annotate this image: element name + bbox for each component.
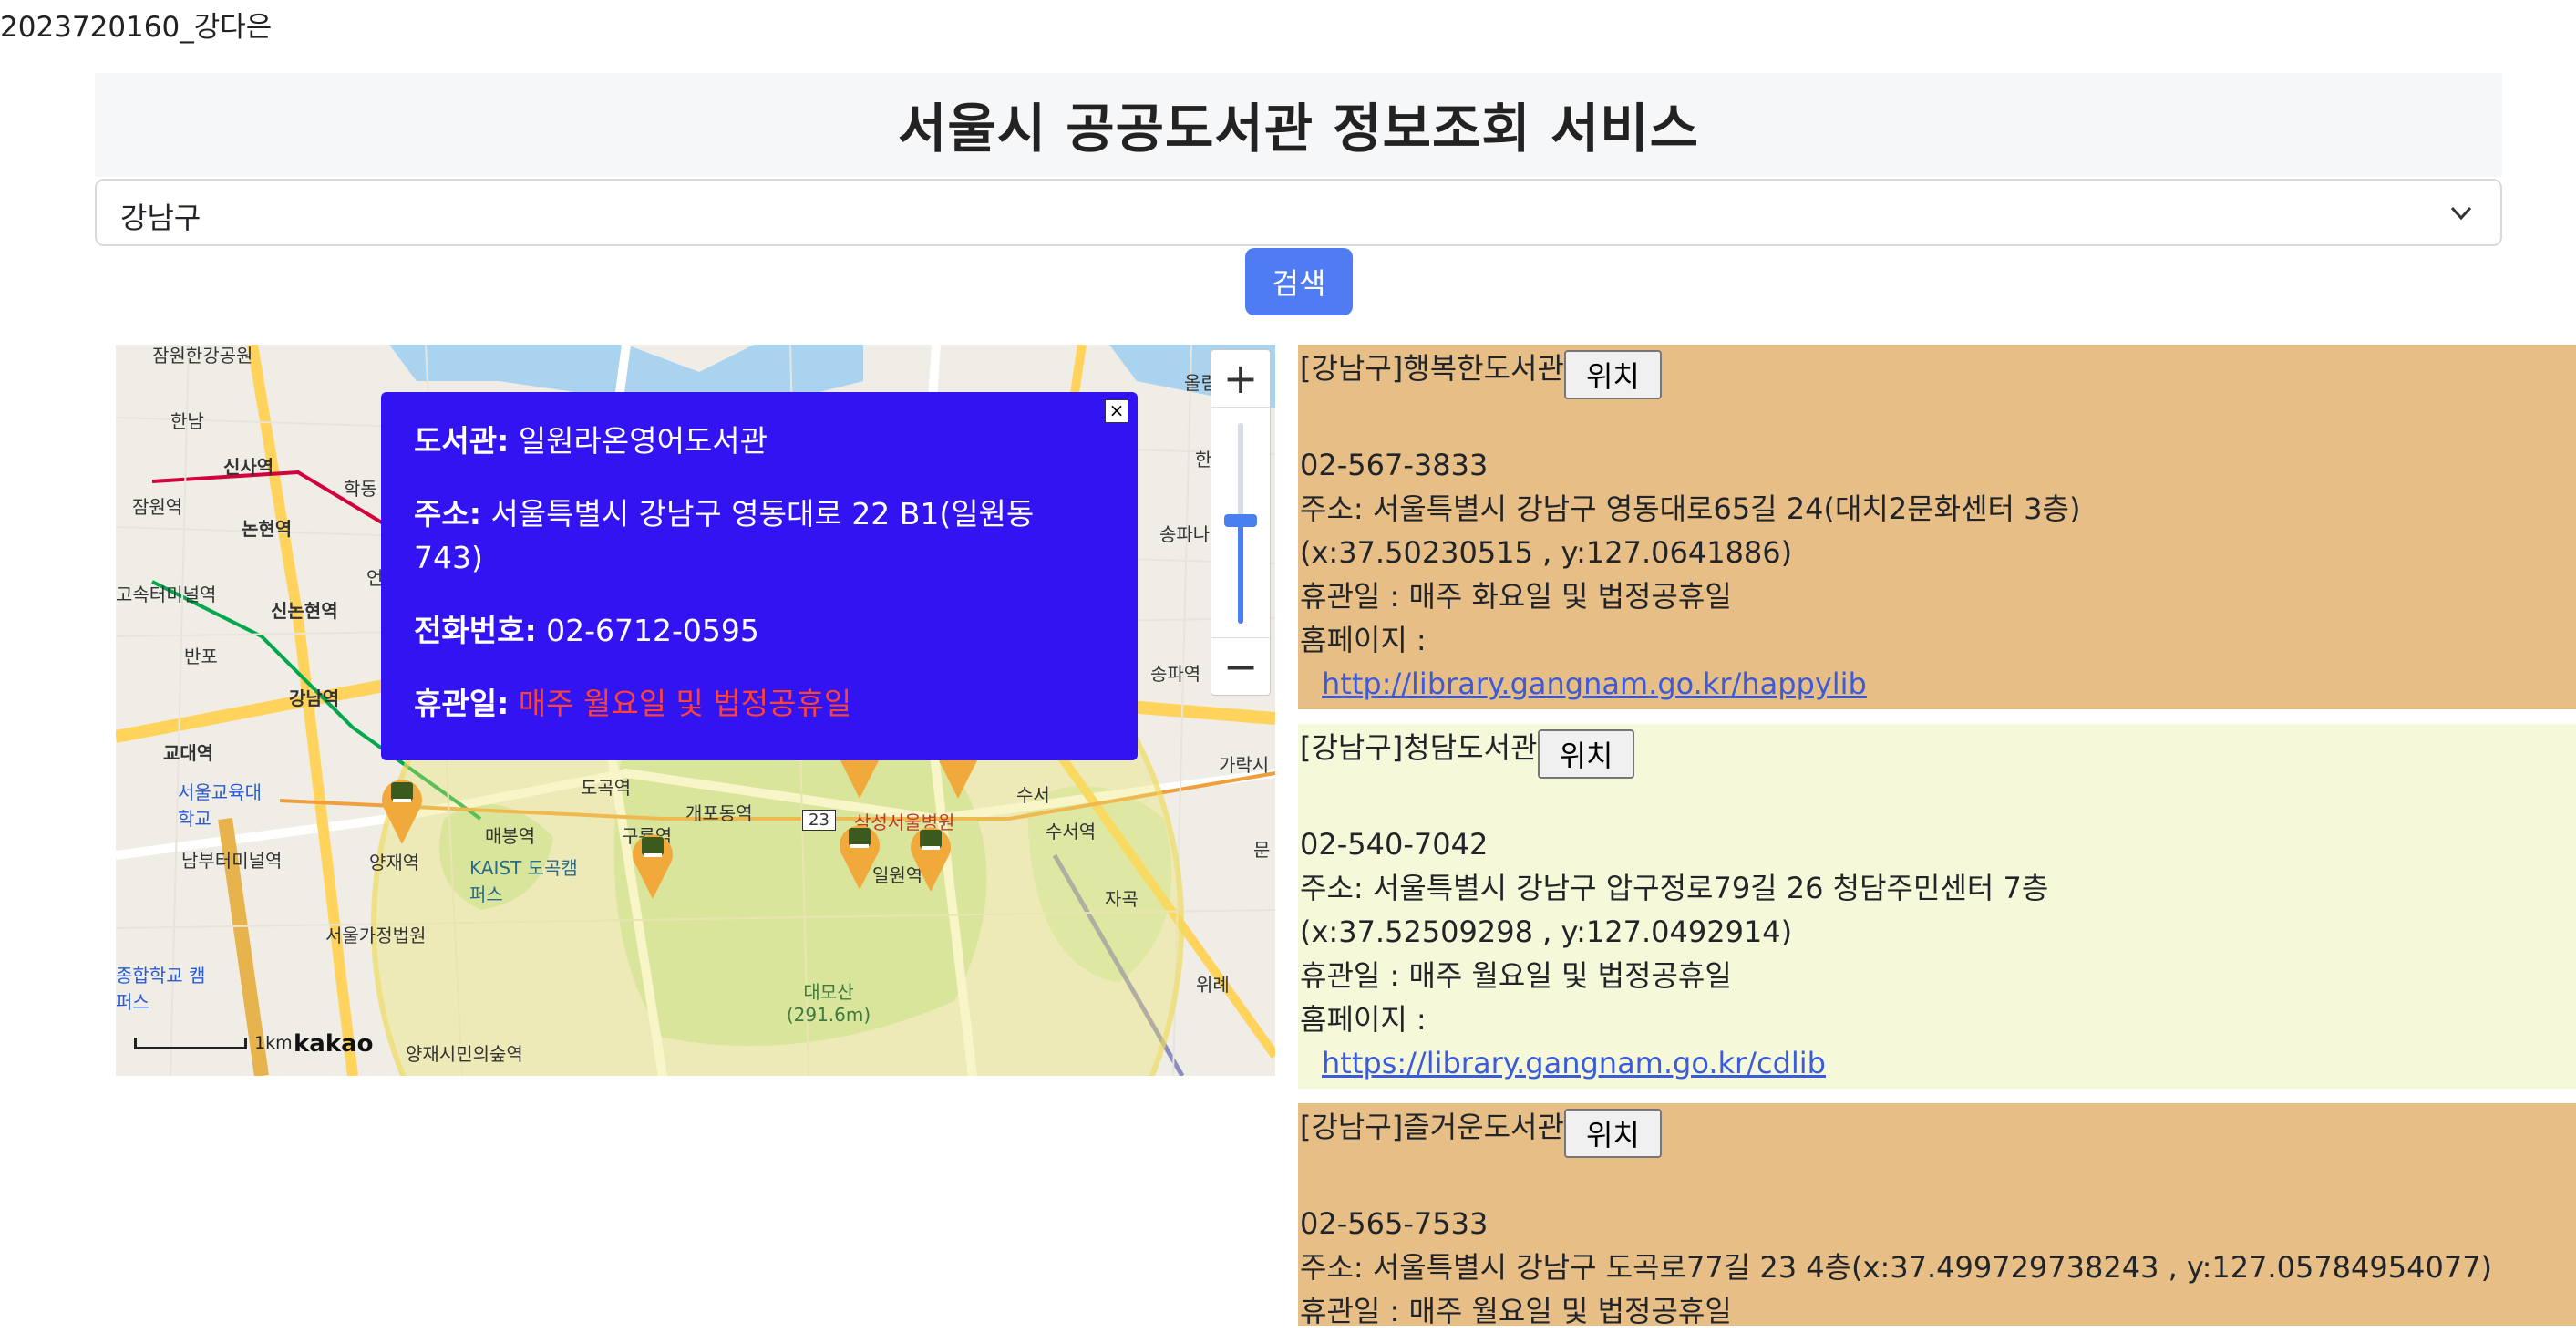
- popup-library-name: 일원라온영어도서관: [518, 423, 768, 459]
- library-closed-days: 휴관일 : 매주 화요일 및 법정공휴일: [1300, 579, 1732, 614]
- popup-phone-row: 전화번호: 02-6712-0595: [414, 609, 1105, 653]
- map-label: 매봉역: [485, 825, 536, 847]
- zoom-slider-handle[interactable]: [1224, 514, 1257, 527]
- page-header: 서울시 공공도서관 정보조회 서비스: [95, 73, 2502, 177]
- popup-closed-label: 휴관일:: [414, 686, 510, 721]
- map-label: 서울가정법원: [325, 925, 427, 946]
- map-label: KAIST 도곡캠퍼스: [469, 857, 578, 905]
- library-marker[interactable]: [380, 771, 424, 844]
- popup-address: 서울특별시 강남구 영동대로 22 B1(일원동 743): [414, 496, 1035, 575]
- library-card: [강남구]청담도서관 위치 02-540-7042 주소: 서울특별시 강남구 압…: [1298, 724, 2576, 1089]
- map-label: 수서역: [1046, 821, 1097, 842]
- map-label: 학동: [344, 478, 377, 500]
- locate-button[interactable]: 위치: [1563, 1109, 1662, 1158]
- search-button[interactable]: 검색: [1245, 248, 1353, 315]
- book-pin-icon: [911, 827, 951, 892]
- popup-phone: 02-6712-0595: [546, 613, 759, 648]
- library-closed-days: 휴관일 : 매주 월요일 및 법정공휴일: [1300, 1294, 1732, 1328]
- book-pin-icon: [633, 834, 673, 899]
- library-homepage-label: 홈페이지 :: [1300, 1002, 1427, 1037]
- district-select-value: 강남구: [120, 201, 201, 235]
- locate-button[interactable]: 위치: [1537, 729, 1635, 779]
- map-label: 반포: [184, 646, 218, 667]
- map-label: 대모산 (291.6m): [786, 981, 871, 1026]
- district-select[interactable]: 강남구: [95, 179, 2502, 246]
- map-label: 한: [1195, 449, 1212, 470]
- map-label: 고속터미널역: [116, 584, 217, 605]
- library-marker[interactable]: [631, 826, 675, 899]
- map-label: 수서: [1016, 784, 1050, 806]
- zoom-control: + −: [1211, 349, 1271, 696]
- map-label: 잠원한강공원: [152, 345, 253, 367]
- book-pin-icon: [382, 780, 422, 844]
- chevron-down-icon: [2447, 195, 2475, 239]
- map-label: 남부터미널역: [181, 850, 283, 872]
- map-label: 가락시: [1219, 754, 1270, 776]
- road-number-badge: 23: [802, 810, 836, 831]
- page-title: 서울시 공공도서관 정보조회 서비스: [898, 98, 1699, 160]
- zoom-slider-fill: [1238, 522, 1243, 624]
- map-label: 잠원역: [132, 496, 183, 518]
- popup-address-row: 주소: 서울특별시 강남구 영동대로 22 B1(일원동 743): [414, 492, 1105, 580]
- map-label: 위례: [1196, 974, 1230, 996]
- library-coords: (x:37.50230515 , y:127.0641886): [1300, 535, 1793, 570]
- library-name: [강남구]즐거운도서관: [1300, 1110, 1564, 1144]
- map-label: 교대역: [163, 742, 214, 764]
- map-scale-label: 1km: [254, 1033, 293, 1053]
- map-label: 한남: [170, 410, 204, 432]
- map-label: 종합학교 캠퍼스: [116, 965, 206, 1013]
- minus-icon[interactable]: −: [1211, 637, 1270, 695]
- library-address: 주소: 서울특별시 강남구 압구정로79길 26 청담주민센터 7층: [1300, 871, 2049, 905]
- library-address: 주소: 서울특별시 강남구 도곡로77길 23 4층(x:37.49972973…: [1300, 1250, 2493, 1285]
- locate-button[interactable]: 위치: [1563, 350, 1662, 399]
- popup-address-label: 주소:: [414, 496, 481, 532]
- library-phone: 02-540-7042: [1300, 827, 1489, 862]
- map-scale: 1km: [134, 1033, 293, 1053]
- library-name: [강남구]행복한도서관: [1300, 351, 1564, 386]
- kakao-logo: kakao: [294, 1030, 374, 1058]
- map-label: 논현역: [242, 518, 293, 540]
- library-homepage-label: 홈페이지 :: [1300, 623, 1427, 657]
- library-info-popup: × 도서관: 일원라온영어도서관 주소: 서울특별시 강남구 영동대로 22 B…: [381, 392, 1138, 760]
- close-icon[interactable]: ×: [1105, 399, 1128, 423]
- library-address: 주소: 서울특별시 강남구 영동대로65길 24(대치2문화센터 3층): [1300, 491, 2081, 526]
- library-phone: 02-567-3833: [1300, 448, 1489, 482]
- map-label: 신사역: [223, 456, 274, 478]
- library-card: [강남구]즐거운도서관 위치 02-565-7533 주소: 서울특별시 강남구 …: [1298, 1103, 2576, 1328]
- map-label: 도곡역: [581, 777, 632, 799]
- book-pin-icon: [840, 825, 880, 890]
- plus-icon[interactable]: +: [1211, 350, 1270, 408]
- library-marker[interactable]: [909, 819, 953, 892]
- map-label: 서울교육대학교: [178, 781, 262, 830]
- library-phone: 02-565-7533: [1300, 1206, 1489, 1241]
- library-card: [강남구]행복한도서관 위치 02-567-3833 주소: 서울특별시 강남구 …: [1298, 345, 2576, 709]
- popup-phone-label: 전화번호:: [414, 613, 537, 648]
- library-closed-days: 휴관일 : 매주 월요일 및 법정공휴일: [1300, 958, 1732, 993]
- map-label: 양재역: [369, 852, 420, 873]
- student-id: 2023720160_강다은: [0, 11, 273, 44]
- map-label: 문: [1253, 839, 1271, 861]
- popup-closed-row: 휴관일: 매주 월요일 및 법정공휴일: [414, 682, 1105, 726]
- library-homepage-link[interactable]: http://library.gangnam.go.kr/happylib: [1322, 666, 1867, 701]
- popup-library-row: 도서관: 일원라온영어도서관: [414, 419, 1105, 463]
- map-label: 송파역: [1150, 663, 1201, 685]
- map-label: 강남역: [289, 687, 340, 709]
- map-label: 자곡: [1105, 888, 1139, 910]
- library-map[interactable]: 잠원한강공원 한남 신사역 학동 잠원역 논현역 고속터미널역 신논현역 언 반…: [116, 345, 1275, 1076]
- popup-closed-days: 매주 월요일 및 법정공휴일: [518, 686, 852, 721]
- map-label: 신논현역: [271, 600, 338, 622]
- map-label: 개포동역: [685, 802, 753, 824]
- map-label: 양재시민의숲역: [406, 1043, 523, 1065]
- popup-library-label: 도서관:: [414, 423, 510, 459]
- library-name: [강남구]청담도서관: [1300, 730, 1538, 765]
- library-coords: (x:37.52509298 , y:127.0492914): [1300, 914, 1793, 949]
- library-homepage-link[interactable]: https://library.gangnam.go.kr/cdlib: [1322, 1046, 1826, 1080]
- library-marker[interactable]: [838, 817, 881, 890]
